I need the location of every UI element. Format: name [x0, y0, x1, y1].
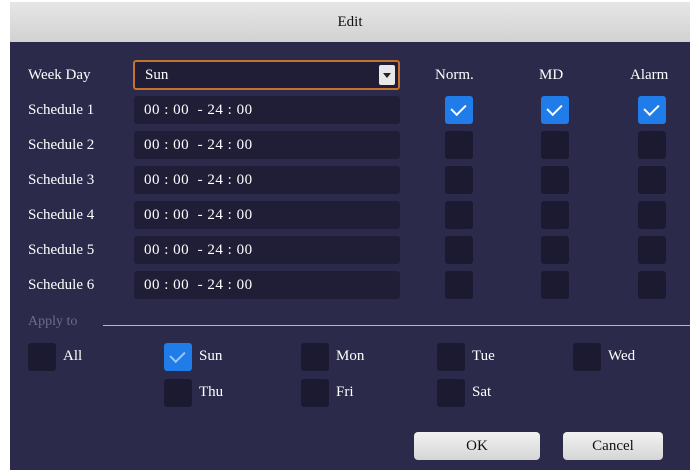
schedule-6-alarm-checkbox[interactable]	[638, 271, 666, 299]
apply-sun-checkbox[interactable]	[164, 343, 192, 371]
apply-to-divider	[103, 325, 690, 326]
schedule-4-time-field[interactable]: 00 : 00 - 24 : 00	[134, 201, 400, 229]
schedule-1-label: Schedule 1	[28, 102, 95, 118]
schedule-6-time-field[interactable]: 00 : 00 - 24 : 00	[134, 271, 400, 299]
schedule-6-norm-checkbox[interactable]	[445, 271, 473, 299]
weekday-label: Week Day	[28, 67, 91, 83]
schedule-2-md-checkbox[interactable]	[541, 131, 569, 159]
schedule-5-label: Schedule 5	[28, 242, 95, 258]
apply-to-label: Apply to	[28, 314, 78, 329]
schedule-1-alarm-checkbox[interactable]	[638, 96, 666, 124]
apply-thu-label: Thu	[199, 384, 224, 400]
apply-tue-checkbox[interactable]	[437, 343, 465, 371]
schedule-1-time-field[interactable]: 00 : 00 - 24 : 00	[134, 96, 400, 124]
schedule-3-time-field[interactable]: 00 : 00 - 24 : 00	[134, 166, 400, 194]
apply-fri-checkbox[interactable]	[301, 379, 329, 407]
cancel-button[interactable]: Cancel	[563, 432, 663, 460]
schedule-2-time-field[interactable]: 00 : 00 - 24 : 00	[134, 131, 400, 159]
schedule-2-alarm-checkbox[interactable]	[638, 131, 666, 159]
apply-wed-checkbox[interactable]	[573, 343, 601, 371]
edit-dialog: Edit Week Day Sun Norm. MD Alarm Schedul…	[10, 2, 690, 470]
column-header-alarm: Alarm	[630, 67, 669, 83]
schedule-3-alarm-checkbox[interactable]	[638, 166, 666, 194]
schedule-4-label: Schedule 4	[28, 207, 95, 223]
schedule-6-label: Schedule 6	[28, 277, 95, 293]
apply-mon-checkbox[interactable]	[301, 343, 329, 371]
apply-sat-label: Sat	[472, 384, 492, 400]
chevron-down-icon[interactable]	[379, 65, 395, 85]
schedule-1-md-checkbox[interactable]	[541, 96, 569, 124]
apply-sat-checkbox[interactable]	[437, 379, 465, 407]
apply-all-checkbox[interactable]	[28, 343, 56, 371]
column-header-md: MD	[539, 67, 564, 83]
schedule-2-label: Schedule 2	[28, 137, 95, 153]
schedule-4-alarm-checkbox[interactable]	[638, 201, 666, 229]
schedule-3-md-checkbox[interactable]	[541, 166, 569, 194]
apply-all-label: All	[63, 348, 83, 364]
ok-button[interactable]: OK	[414, 432, 540, 460]
dialog-title: Edit	[10, 2, 690, 42]
schedule-5-time-field[interactable]: 00 : 00 - 24 : 00	[134, 236, 400, 264]
schedule-5-norm-checkbox[interactable]	[445, 236, 473, 264]
schedule-3-label: Schedule 3	[28, 172, 95, 188]
schedule-1-norm-checkbox[interactable]	[445, 96, 473, 124]
schedule-3-norm-checkbox[interactable]	[445, 166, 473, 194]
apply-tue-label: Tue	[472, 348, 495, 364]
schedule-4-md-checkbox[interactable]	[541, 201, 569, 229]
apply-sun-label: Sun	[199, 348, 223, 364]
apply-fri-label: Fri	[336, 384, 354, 400]
apply-wed-label: Wed	[608, 348, 636, 364]
schedule-4-norm-checkbox[interactable]	[445, 201, 473, 229]
weekday-select-value: Sun	[145, 67, 169, 83]
schedule-5-alarm-checkbox[interactable]	[638, 236, 666, 264]
column-header-norm: Norm.	[435, 67, 474, 83]
schedule-2-norm-checkbox[interactable]	[445, 131, 473, 159]
weekday-select[interactable]: Sun	[133, 60, 400, 90]
schedule-5-md-checkbox[interactable]	[541, 236, 569, 264]
apply-mon-label: Mon	[336, 348, 365, 364]
schedule-6-md-checkbox[interactable]	[541, 271, 569, 299]
apply-thu-checkbox[interactable]	[164, 379, 192, 407]
